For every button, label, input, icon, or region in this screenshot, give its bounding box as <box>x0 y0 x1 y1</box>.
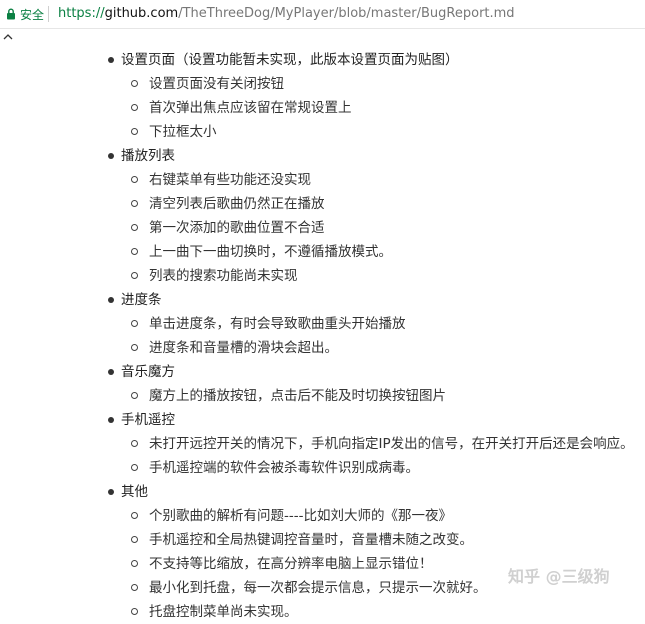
section-title: 其他 <box>121 484 148 500</box>
list-item: 首次弹出焦点应该留在常规设置上 <box>0 96 645 120</box>
url-field[interactable]: https://github.com/TheThreeDog/MyPlayer/… <box>58 5 515 23</box>
list-item-text: 设置页面没有关闭按钮 <box>149 76 284 92</box>
list-item: 第一次添加的歌曲位置不合适 <box>0 216 645 240</box>
list-item-text: 上一曲下一曲切换时，不遵循播放模式。 <box>149 244 392 260</box>
url-scheme: https:// <box>58 6 105 21</box>
bullet-circle-icon <box>131 344 138 351</box>
section-item: 音乐魔方魔方上的播放按钮，点击后不能及时切换按钮图片 <box>0 360 645 408</box>
list-item: 单击进度条，有时会导致歌曲重头开始播放 <box>0 312 645 336</box>
section-item: 设置页面（设置功能暂未实现，此版本设置页面为贴图） 设置页面没有关闭按钮首次弹出焦… <box>0 48 645 144</box>
bullet-circle-icon <box>131 224 138 231</box>
list-item-text: 不支持等比缩放，在高分辨率电脑上显示错位！ <box>149 556 433 572</box>
section-heading-row: 进度条 <box>0 288 645 312</box>
section-item: 播放列表右键菜单有些功能还没实现 清空列表后歌曲仍然正在播放 第一次添加的歌曲位置不… <box>0 144 645 288</box>
bullet-disc-icon <box>108 153 114 159</box>
section-heading-row: 其他 <box>0 480 645 504</box>
section-title: 手机遥控 <box>121 412 175 428</box>
list-item-text: 托盘控制菜单尚未实现。 <box>149 604 298 620</box>
list-item-text: 魔方上的播放按钮，点击后不能及时切换按钮图片 <box>149 388 446 404</box>
bullet-circle-icon <box>131 248 138 255</box>
section-items: 魔方上的播放按钮，点击后不能及时切换按钮图片 <box>0 384 645 408</box>
list-item: 托盘控制菜单尚未实现。 <box>0 600 645 624</box>
list-item: 魔方上的播放按钮，点击后不能及时切换按钮图片 <box>0 384 645 408</box>
url-host: github.com <box>104 6 179 21</box>
bullet-disc-icon <box>108 57 114 63</box>
section-item: 进度条单击进度条，有时会导致歌曲重头开始播放 进度条和音量槽的滑块会超出。 <box>0 288 645 360</box>
section-heading-row: 手机遥控 <box>0 408 645 432</box>
bullet-circle-icon <box>131 272 138 279</box>
address-separator <box>48 6 49 22</box>
bullet-circle-icon <box>131 200 138 207</box>
list-item: 右键菜单有些功能还没实现 <box>0 168 645 192</box>
list-item-text: 列表的搜索功能尚未实现 <box>149 268 298 284</box>
secure-label: 安全 <box>20 7 45 22</box>
bullet-circle-icon <box>131 176 138 183</box>
bullet-disc-icon <box>108 369 114 375</box>
list-item: 上一曲下一曲切换时，不遵循播放模式。 <box>0 240 645 264</box>
list-item-text: 下拉框太小 <box>149 124 217 140</box>
bullet-circle-icon <box>131 536 138 543</box>
section-title: 进度条 <box>121 292 162 308</box>
list-item-text: 右键菜单有些功能还没实现 <box>149 172 311 188</box>
list-item-text: 第一次添加的歌曲位置不合适 <box>149 220 325 236</box>
section-items: 未打开远控开关的情况下，手机向指定IP发出的信号，在开关打开后还是会响应。 手机遥… <box>0 432 645 480</box>
bullet-circle-icon <box>131 608 138 615</box>
bullet-circle-icon <box>131 80 138 87</box>
section-heading-row: 音乐魔方 <box>0 360 645 384</box>
security-indicator[interactable]: 安全 <box>6 5 44 23</box>
list-item: 列表的搜索功能尚未实现 <box>0 264 645 288</box>
list-item-text: 首次弹出焦点应该留在常规设置上 <box>149 100 352 116</box>
list-item-text: 个别歌曲的解析有问题----比如刘大师的《那一夜》 <box>149 508 452 524</box>
bullet-circle-icon <box>131 464 138 471</box>
bullet-circle-icon <box>131 128 138 135</box>
list-item: 手机遥控和全局热键调控音量时，音量槽未随之改变。 <box>0 528 645 552</box>
list-item: 个别歌曲的解析有问题----比如刘大师的《那一夜》 <box>0 504 645 528</box>
watermark-text: 知乎 @三级狗 <box>508 567 610 586</box>
list-item-text: 未打开远控开关的情况下，手机向指定IP发出的信号，在开关打开后还是会响应。 <box>149 436 634 452</box>
section-title: 播放列表 <box>121 148 175 164</box>
watermark: 知乎 @三级狗 <box>508 563 610 587</box>
section-item: 手机遥控未打开远控开关的情况下，手机向指定IP发出的信号，在开关打开后还是会响应… <box>0 408 645 480</box>
section-heading-row: 设置页面（设置功能暂未实现，此版本设置页面为贴图） <box>0 48 645 72</box>
address-bar[interactable]: 安全 https://github.com/TheThreeDog/MyPlay… <box>0 0 645 29</box>
lock-icon <box>7 8 15 20</box>
bullet-circle-icon <box>131 392 138 399</box>
list-item: 下拉框太小 <box>0 120 645 144</box>
list-item: 设置页面没有关闭按钮 <box>0 72 645 96</box>
section-title: 设置页面（设置功能暂未实现，此版本设置页面为贴图） <box>121 52 459 68</box>
bullet-disc-icon <box>108 417 114 423</box>
bullet-disc-icon <box>108 489 114 495</box>
caret-up-icon[interactable] <box>2 31 14 43</box>
url-path: /TheThreeDog/MyPlayer/blob/master/BugRep… <box>178 6 515 21</box>
list-item-text: 清空列表后歌曲仍然正在播放 <box>149 196 325 212</box>
list-item-text: 手机遥控端的软件会被杀毒软件识别成病毒。 <box>149 460 419 476</box>
bullet-circle-icon <box>131 560 138 567</box>
bullet-circle-icon <box>131 512 138 519</box>
section-item: 其他 个别歌曲的解析有问题----比如刘大师的《那一夜》手机遥控和全局热键调控音量… <box>0 480 645 624</box>
section-items: 设置页面没有关闭按钮首次弹出焦点应该留在常规设置上 下拉框太小 <box>0 72 645 144</box>
bug-report-list: 设置页面（设置功能暂未实现，此版本设置页面为贴图） 设置页面没有关闭按钮首次弹出焦… <box>0 48 645 624</box>
list-item-text: 手机遥控和全局热键调控音量时，音量槽未随之改变。 <box>149 532 473 548</box>
bullet-circle-icon <box>131 104 138 111</box>
list-item-text: 进度条和音量槽的滑块会超出。 <box>149 340 338 356</box>
section-heading-row: 播放列表 <box>0 144 645 168</box>
section-title: 音乐魔方 <box>121 364 175 380</box>
section-items: 右键菜单有些功能还没实现 清空列表后歌曲仍然正在播放 第一次添加的歌曲位置不合适上一… <box>0 168 645 288</box>
list-item-text: 最小化到托盘，每一次都会提示信息，只提示一次就好。 <box>149 580 487 596</box>
bullet-circle-icon <box>131 584 138 591</box>
list-item: 进度条和音量槽的滑块会超出。 <box>0 336 645 360</box>
list-item: 手机遥控端的软件会被杀毒软件识别成病毒。 <box>0 456 645 480</box>
bullet-circle-icon <box>131 440 138 447</box>
list-item: 未打开远控开关的情况下，手机向指定IP发出的信号，在开关打开后还是会响应。 <box>0 432 645 456</box>
list-item: 清空列表后歌曲仍然正在播放 <box>0 192 645 216</box>
section-items: 单击进度条，有时会导致歌曲重头开始播放 进度条和音量槽的滑块会超出。 <box>0 312 645 360</box>
list-item-text: 单击进度条，有时会导致歌曲重头开始播放 <box>149 316 406 332</box>
bullet-circle-icon <box>131 320 138 327</box>
bullet-disc-icon <box>108 297 114 303</box>
collapse-row <box>0 29 645 47</box>
